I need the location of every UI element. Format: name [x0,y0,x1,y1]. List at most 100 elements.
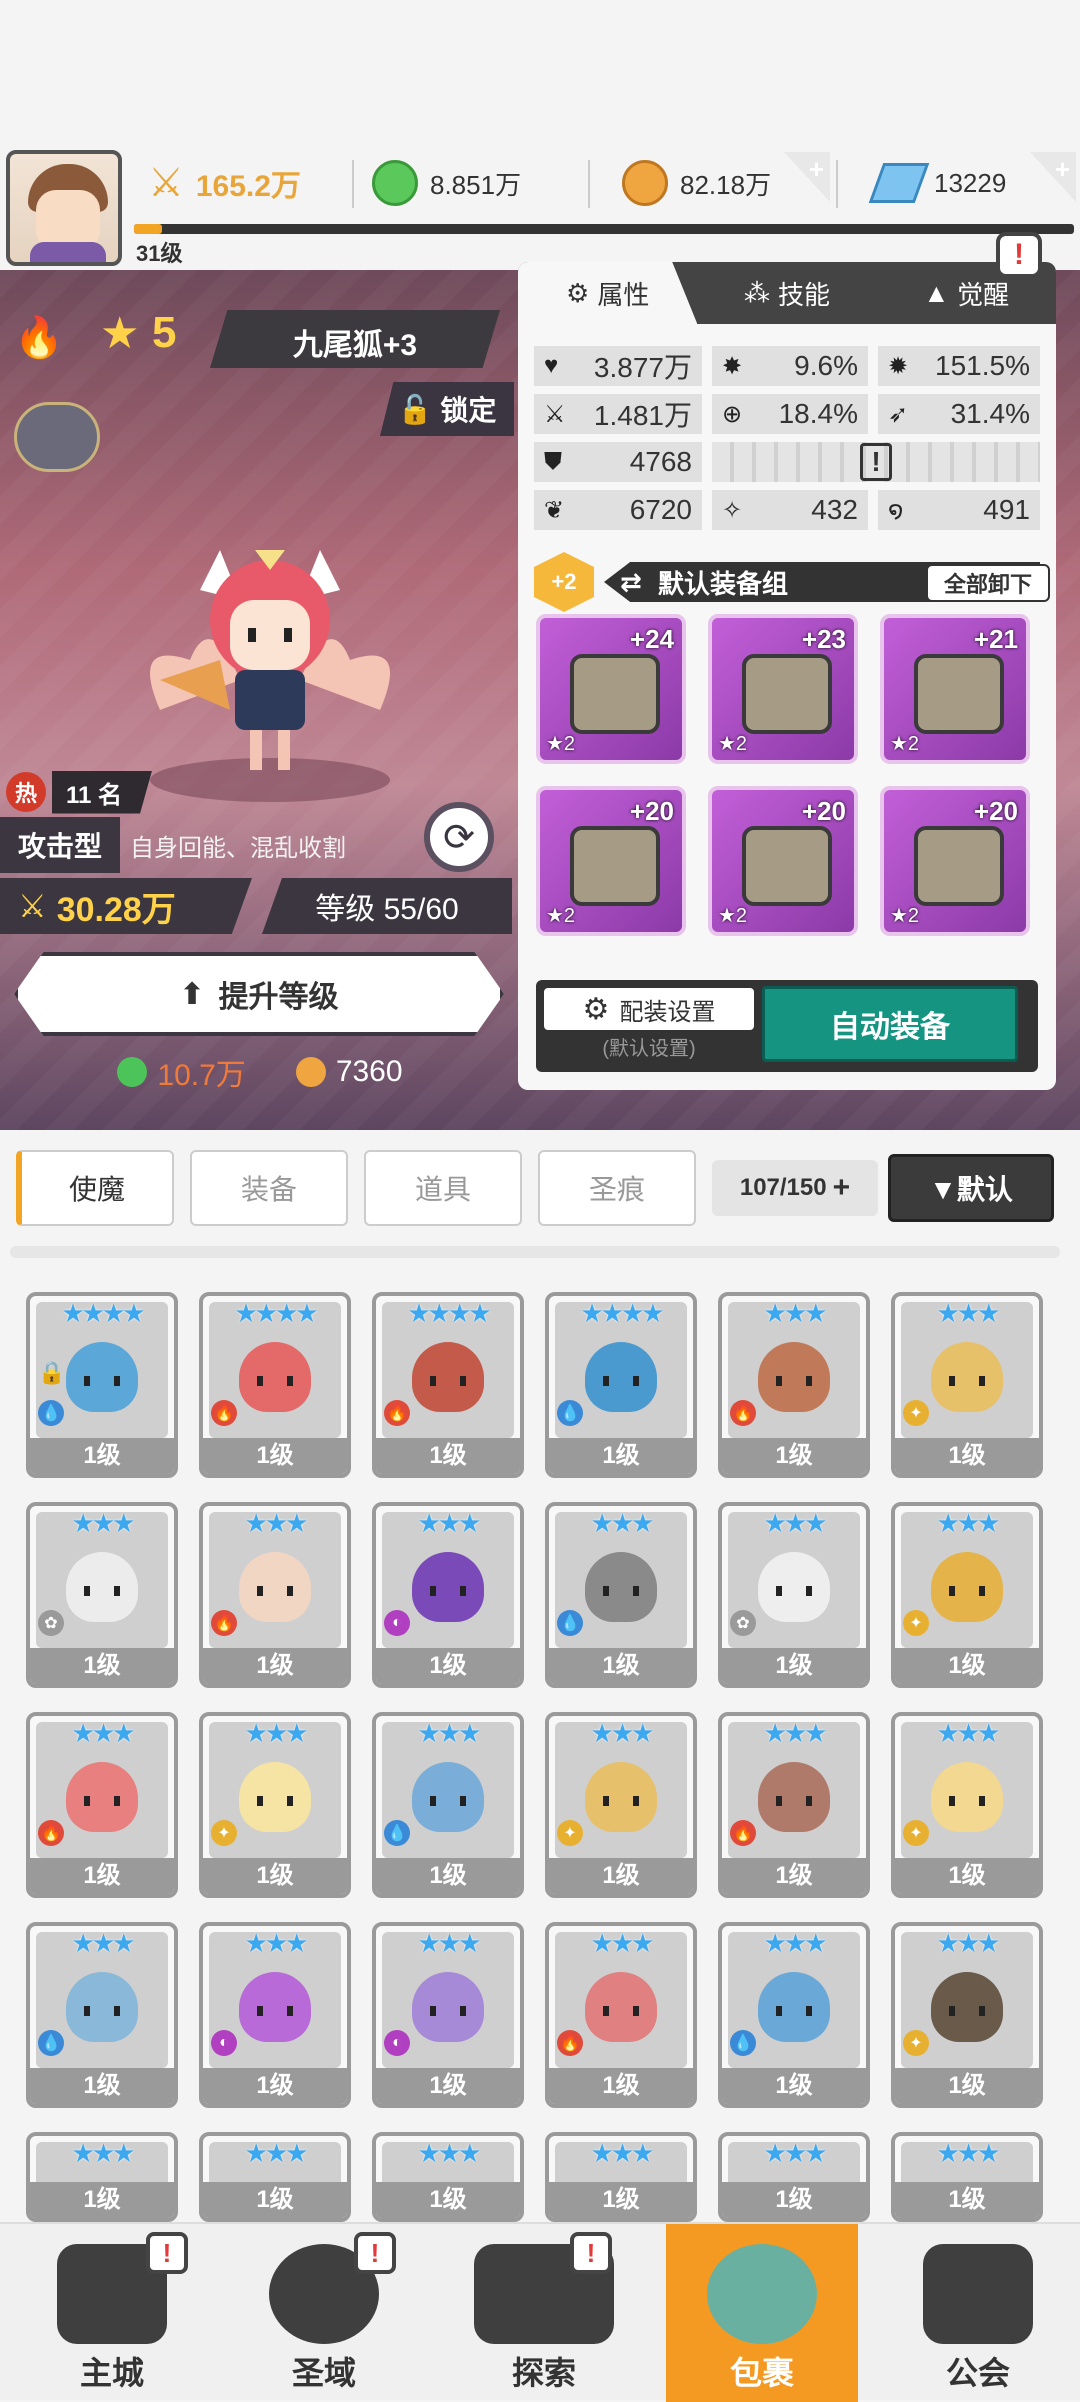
nav-explore[interactable]: 探索 [436,2224,652,2402]
familiar-card[interactable]: ★★★💧1级 [26,1922,178,2108]
player-avatar[interactable] [6,150,122,266]
tab-stigmata[interactable]: 圣痕 [538,1150,696,1226]
familiar-card[interactable]: ★★★✦1级 [891,1712,1043,1898]
gear-slot-belt[interactable]: +20 ★2 [536,786,686,936]
familiar-level: 1级 [30,1858,174,1894]
familiar-eyes [776,1796,812,1806]
gold-resource[interactable]: 82.18万 [622,150,771,216]
divider [352,160,354,208]
scroll-divider [10,1246,1060,1258]
familiar-card[interactable]: ★★★✦1级 [545,1712,697,1898]
familiar-level: 1级 [376,1648,520,1684]
green-cost: 10.7万 [117,1050,246,1094]
dark-icon: ◐ [384,1610,410,1636]
familiar-card[interactable]: ★★★🔥1级 [199,1502,351,1688]
familiar-card[interactable]: ★★★✦1级 [891,2132,1043,2222]
config-box: ⚙ 配装设置 (默认设置) 自动装备 [536,980,1038,1072]
familiar-card[interactable]: ★★★ ✿ 1级 [718,1502,870,1688]
tab-label: 觉醒 [957,279,1010,310]
familiar-card[interactable]: ★★★◐1级 [199,1922,351,2108]
add-gold-button[interactable]: + [784,152,830,202]
familiar-eyes [84,1586,120,1596]
green-gem-value: 8.851万 [430,169,522,200]
gear-slot-helmet[interactable]: +23 ★2 [708,614,858,764]
tab-equipment[interactable]: 装备 [190,1150,348,1226]
stat-value: 31.4% [950,398,1030,429]
inventory-tabs: 使魔 装备 道具 圣痕 107/150 + ▼默认 [16,1150,1056,1226]
sort-button[interactable]: ▼默认 [888,1154,1054,1222]
hero-sprite [150,550,390,802]
divider [836,160,838,208]
refresh-icon[interactable]: ⟳ [424,802,494,872]
gear-slot-amulet[interactable]: +20 ★2 [708,786,858,936]
gear-slot-boots[interactable]: +20 ★2 [880,786,1030,936]
config-settings-button[interactable]: ⚙ 配装设置 [544,988,754,1030]
familiar-card[interactable]: ★★★🔥1级 [718,1292,870,1478]
config-subtitle: (默认设置) [602,1038,696,1060]
familiar-level: 1级 [895,1438,1039,1474]
diamond-resource[interactable]: 13229 [868,150,1006,216]
upgrade-cost: 10.7万 7360 [0,1050,520,1094]
upgrade-level-button[interactable]: ⬆ 提升等级 [14,952,504,1036]
familiar-card[interactable]: ★★★🔥1级 [26,1712,178,1898]
nav-label: 主城 [79,2355,144,2391]
familiar-card[interactable]: ★★★💧1级 [372,1712,524,1898]
familiar-stars: ★★★ [590,1928,655,1958]
familiar-card[interactable]: ★★★✦1级 [199,1712,351,1898]
familiar-card[interactable]: ★★★ ✿ 1级 [26,1502,178,1688]
stats-panel: ⚙ 属性 ⁂ 技能 ▲ 觉醒 ♥ 3.877万 ✸ 9.6% ✹ 151.5% ⚔ 1.481… [518,262,1056,1090]
familiar-eyes [776,1586,812,1596]
stat-value: 491 [983,494,1030,525]
familiar-card[interactable]: ★★★◐1级 [372,1502,524,1688]
familiar-card[interactable]: ★★★💧1级 [718,1922,870,2108]
nav-guild[interactable]: 公会 [870,2224,1080,2402]
familiar-card[interactable]: ★★★🔥1级 [718,1712,870,1898]
familiar-card[interactable]: ★★★★ 🔥 1级 [199,1292,351,1478]
nav-sanctuary[interactable]: 圣域 [216,2224,432,2402]
belt-icon [570,826,660,906]
familiar-card[interactable]: ★★★◐1级 [545,2132,697,2222]
inventory-count[interactable]: 107/150 + [712,1160,878,1216]
familiar-level: 1级 [203,2182,347,2218]
gear-bonus-badge[interactable]: +2 [534,552,594,612]
locked-tag-icon[interactable] [14,402,100,472]
familiar-card[interactable]: ★★★💧1级 [199,2132,351,2222]
familiar-card[interactable]: ★★★✦1级 [891,1922,1043,2108]
green-gem-icon [117,1057,148,1087]
alert-icon[interactable]: ! [996,232,1042,278]
familiar-stars: ★★★ [936,1508,1001,1538]
lock-button[interactable]: 🔓 锁定 [380,382,514,436]
tab-attributes[interactable]: ⚙ 属性 [518,262,698,324]
familiar-card[interactable]: ★★★✦1级 [891,1292,1043,1478]
familiar-card[interactable]: ★★★🔥1级 [718,2132,870,2222]
tab-skills[interactable]: ⁂ 技能 [697,262,876,324]
role-description: 自身回能、混乱收割 [130,834,347,862]
familiar-card[interactable]: ★★★💧1级 [545,1502,697,1688]
helmet-icon [742,654,832,734]
unequip-all-button[interactable]: 全部卸下 [926,564,1050,602]
familiar-card[interactable]: ★★★✦1级 [26,2132,178,2222]
nav-label: 圣域 [291,2355,356,2391]
familiar-card[interactable]: ★★★★ 🔥 1级 [372,1292,524,1478]
familiar-card[interactable]: ★★★★ 💧 1级 🔒 [26,1292,178,1478]
defense-icon: ⛊ [544,448,562,475]
familiar-card[interactable]: ★★★◐1级 [372,2132,524,2222]
tab-items[interactable]: 道具 [364,1150,522,1226]
wind-icon: ✿ [38,1610,64,1636]
gear-slot-armor[interactable]: +21 ★2 [880,614,1030,764]
familiar-card[interactable]: ★★★✦1级 [891,1502,1043,1688]
add-diamond-button[interactable]: + [1030,152,1076,202]
green-gem-resource[interactable]: 8.851万 [372,150,521,216]
familiar-card[interactable]: ★★★◐1级 [372,1922,524,2108]
familiar-card[interactable]: ★★★★ 💧 1级 [545,1292,697,1478]
gear-slot-sword[interactable]: +24 ★2 [536,614,686,764]
locked-stat[interactable]: ! [712,442,1040,482]
familiar-card[interactable]: ★★★🔥1级 [545,1922,697,2108]
gear-set-label: 默认装备组 [658,568,789,599]
tab-familiars[interactable]: 使魔 [16,1150,174,1226]
familiar-level: 1级 [203,1858,347,1894]
auto-equip-button[interactable]: 自动装备 [762,986,1018,1062]
nav-bag[interactable]: 包裹 [666,2224,858,2402]
role-row: 攻击型 自身回能、混乱收割 [0,817,440,873]
crit-damage-icon: ✹ [888,352,909,380]
